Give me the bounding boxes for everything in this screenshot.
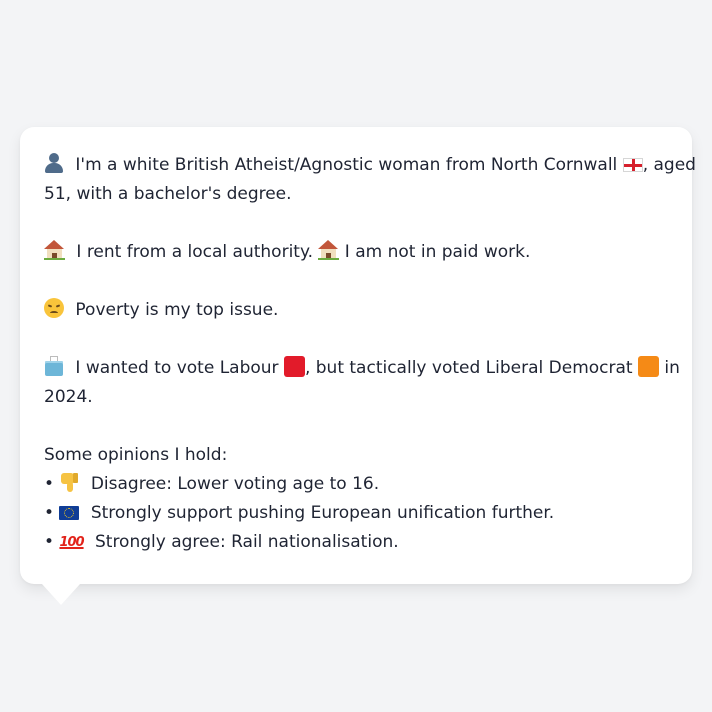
education-line: 51, with a bachelor's degree. [44, 184, 292, 204]
disappointed-face-icon [44, 298, 64, 318]
bullet: • [44, 503, 55, 523]
issue-text: Poverty is my top issue. [70, 300, 279, 320]
opinion-text: Strongly support pushing European unific… [85, 503, 555, 523]
vote-text-in: in [658, 358, 680, 378]
identity-age: , aged [642, 155, 696, 175]
opinion-text: Disagree: Lower voting age to 16. [85, 474, 380, 494]
house-icon [44, 240, 65, 260]
opinion-text: Strongly agree: Rail nationalisation. [89, 532, 399, 552]
opinion-item: • Disagree: Lower voting age to 16. [44, 470, 670, 499]
orange-square-icon [637, 356, 659, 377]
opinion-item: • 100 Strongly agree: Rail nationalisati… [44, 528, 670, 557]
vote-text: I wanted to vote Labour [70, 358, 284, 378]
opinions-heading: Some opinions I hold: [44, 445, 228, 465]
vote-line: I wanted to vote Labour , but tactically… [44, 354, 680, 383]
flag-england-icon [622, 158, 643, 172]
vote-year: 2024. [44, 387, 93, 407]
house-icon [318, 240, 340, 260]
bubble-tail [42, 584, 80, 605]
bust-in-silhouette-icon [44, 153, 64, 173]
eu-flag-icon [59, 506, 80, 520]
work-text: I am not in paid work. [339, 242, 531, 262]
ballot-box-icon [44, 356, 64, 376]
opinion-item: • Strongly support pushing European unif… [44, 499, 670, 528]
vote-text-tactical: , but tactically voted Liberal Democrat [304, 358, 638, 378]
bullet: • [44, 474, 55, 494]
housing-text: I rent from a local authority. [71, 242, 319, 262]
bullet: • [44, 532, 55, 552]
identity-line: I'm a white British Atheist/Agnostic wom… [44, 151, 696, 180]
thumbs-down-icon [59, 472, 79, 492]
red-square-icon [283, 356, 305, 377]
housing-line: I rent from a local authority. I am not … [44, 238, 670, 267]
identity-text: I'm a white British Atheist/Agnostic wom… [70, 155, 623, 175]
issue-line: Poverty is my top issue. [44, 296, 670, 325]
hundred-points-icon: 100 [59, 535, 84, 550]
chat-bubble: I'm a white British Atheist/Agnostic wom… [20, 127, 696, 584]
